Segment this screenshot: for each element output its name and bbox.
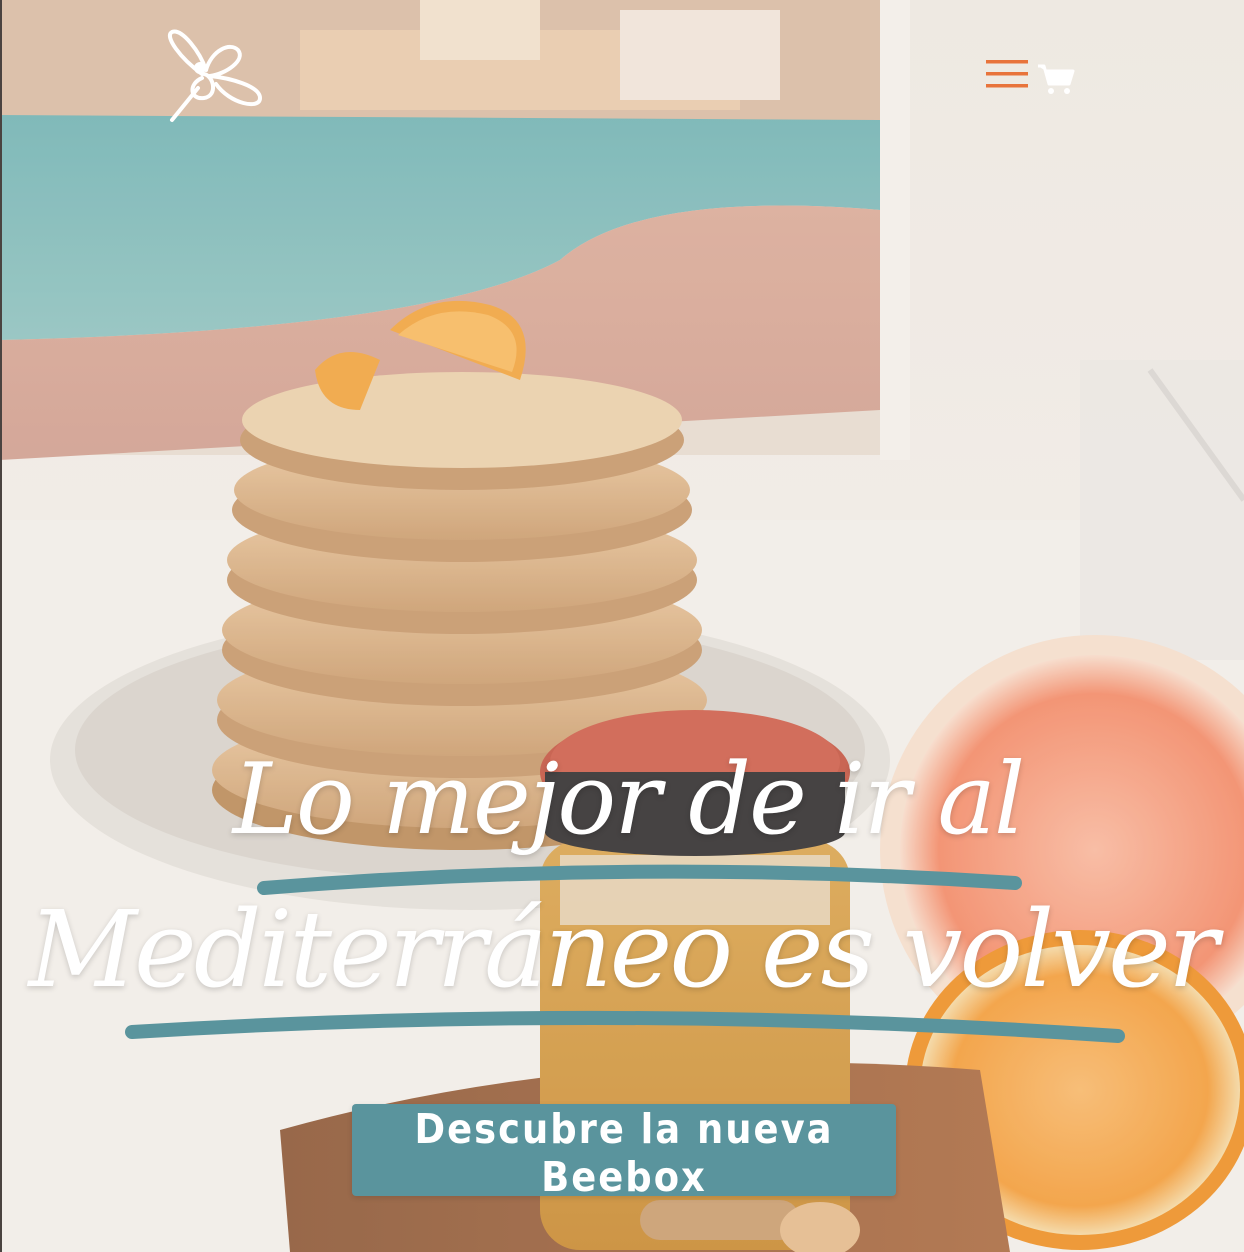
site-logo[interactable] [160, 28, 268, 124]
discover-beebox-button[interactable]: Descubre la nueva Beebox [352, 1104, 896, 1201]
headline-line-1: Lo mejor de ir al [232, 743, 1026, 857]
hamburger-menu-icon [986, 60, 1028, 88]
hero-background-image [0, 0, 1244, 1252]
headline-line-2: Mediterráneo es volver [28, 888, 1218, 1011]
bee-flower-logo-icon [168, 29, 262, 122]
shopping-cart-icon [1038, 64, 1075, 94]
hero-headline: Lo mejor de ir al Mediterráneo es volver [0, 740, 1244, 1060]
hero-section: Lo mejor de ir al Mediterráneo es volver… [0, 0, 1244, 1252]
left-border [0, 0, 2, 1252]
cart-button[interactable] [1036, 62, 1076, 96]
menu-button[interactable] [986, 58, 1028, 90]
